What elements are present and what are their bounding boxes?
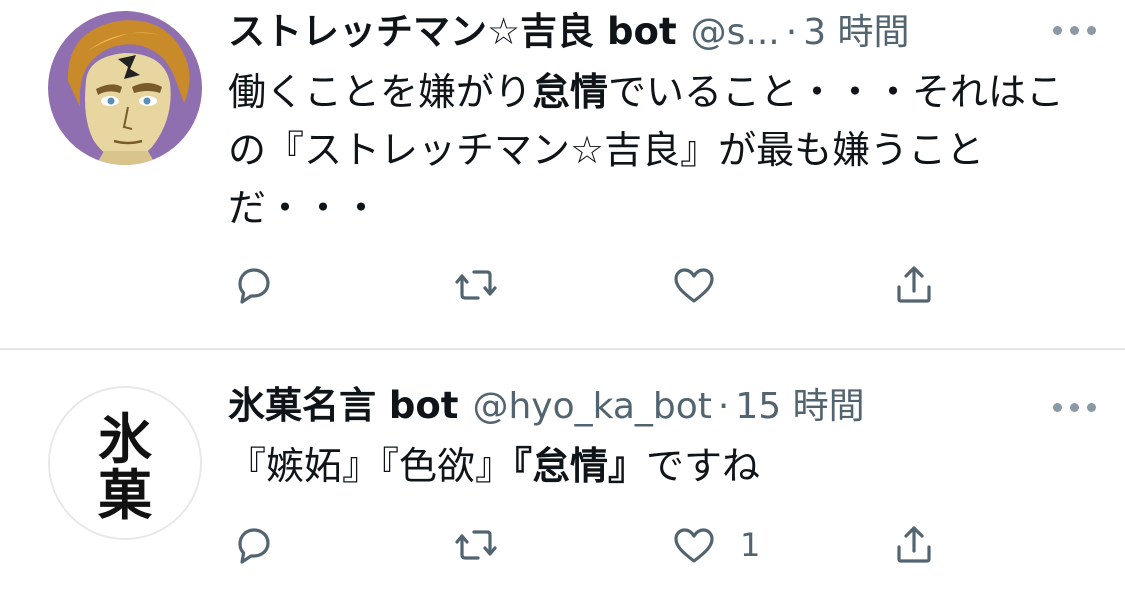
avatar-kanji-top: 氷	[98, 407, 152, 471]
reply-button[interactable]	[230, 520, 278, 570]
tweet-text-part: ですね	[646, 444, 761, 488]
tweet-timestamp[interactable]: 15 時間	[735, 385, 864, 429]
header-separator: ·	[717, 386, 730, 427]
tweet[interactable]: ストレッチマン☆吉良 bot @s... · 3 時間 働くことを嫌がり怠情でい…	[0, 0, 1125, 348]
share-icon	[897, 526, 931, 563]
share-icon	[897, 266, 931, 303]
tweet-header: ストレッチマン☆吉良 bot @s... · 3 時間	[228, 10, 1095, 55]
share-button[interactable]	[890, 520, 938, 570]
tweet-text: 『嫉妬』『色欲』『怠情』ですね	[228, 437, 1088, 495]
tweet-timestamp[interactable]: 3 時間	[803, 11, 909, 55]
header-separator: ·	[785, 12, 798, 53]
like-button[interactable]: 1	[670, 520, 760, 570]
hyouka-kanji-avatar: 氷 菓	[50, 388, 200, 538]
tweet-header: 氷菓名言 bot @hyo_ka_bot · 15 時間	[228, 384, 1095, 429]
avatar[interactable]: 氷 菓	[48, 386, 202, 540]
like-count: 1	[740, 526, 761, 564]
avatar[interactable]	[48, 11, 202, 165]
tweet-text: 働くことを嫌がり怠情でいること・・・それはこの『ストレッチマン☆吉良』が最も嫌う…	[228, 63, 1088, 237]
retweet-button[interactable]	[452, 260, 500, 310]
more-options-icon[interactable]	[1053, 401, 1099, 413]
display-name[interactable]: ストレッチマン☆吉良 bot	[228, 10, 677, 54]
retweet-button[interactable]	[452, 520, 500, 570]
heart-icon	[674, 268, 714, 303]
user-handle[interactable]: @s...	[691, 11, 780, 55]
more-options-icon[interactable]	[1053, 24, 1099, 36]
kira-portrait-avatar	[48, 11, 202, 165]
reply-button[interactable]	[230, 260, 278, 310]
user-handle[interactable]: @hyo_ka_bot	[472, 385, 711, 429]
tweet-text-part: 働くことを嫌がり	[228, 70, 533, 114]
tweet-text-bold: 怠情	[532, 70, 609, 114]
reply-icon	[238, 268, 270, 304]
avatar-kanji-bottom: 菓	[98, 463, 152, 527]
tweet[interactable]: 氷 菓 氷菓名言 bot @hyo_ka_bot · 15 時間 『嫉妬』『色欲…	[0, 350, 1125, 596]
retweet-icon	[455, 270, 497, 300]
tweet-text-part: 『嫉妬』『色欲』	[228, 444, 514, 488]
retweet-icon	[455, 530, 497, 560]
heart-icon	[674, 528, 714, 563]
tweet-actions: 1	[0, 520, 1125, 570]
tweet-text-bold: 『怠情』	[513, 444, 647, 488]
like-button[interactable]	[670, 260, 740, 310]
share-button[interactable]	[890, 260, 938, 310]
reply-icon	[238, 528, 270, 564]
tweet-actions	[0, 260, 1125, 310]
display-name[interactable]: 氷菓名言 bot	[228, 384, 458, 428]
